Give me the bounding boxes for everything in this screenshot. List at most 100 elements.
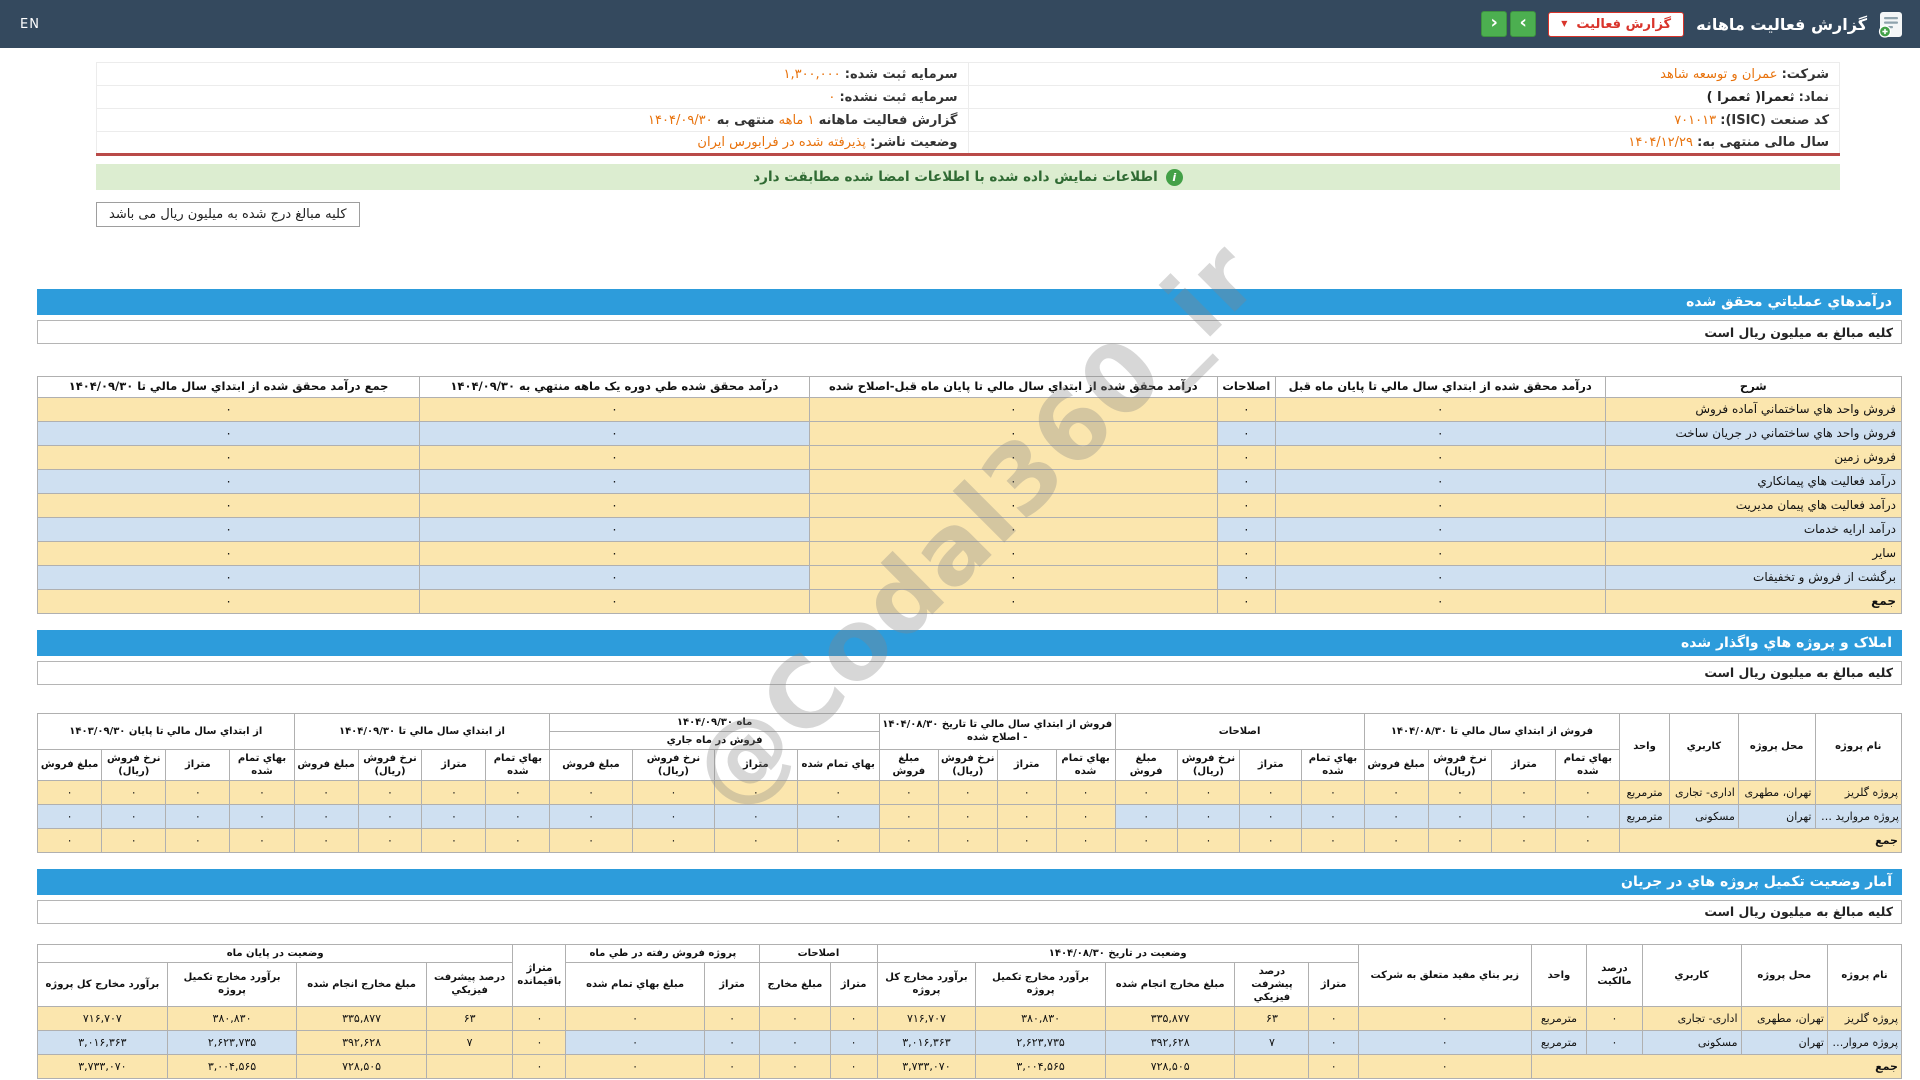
value-cell: ۰ (358, 804, 422, 828)
value-cell: ۰ (997, 828, 1056, 852)
value-cell: ۰ (230, 780, 294, 804)
column-header: نرخ فروش (ريال) (632, 749, 714, 780)
value-cell: ۰ (632, 828, 714, 852)
value-cell: ۰ (809, 589, 1217, 613)
column-header: متراژ (166, 749, 230, 780)
value-cell: ۰ (1492, 828, 1556, 852)
row-label: پروژه مروارید کن (1815, 804, 1902, 828)
column-header: محل پروژه (1741, 944, 1827, 1006)
value-cell: ۰ (879, 828, 938, 852)
page-title: گزارش فعالیت ماهانه (1696, 15, 1867, 34)
field-label: گزارش فعالیت ماهانه (819, 113, 958, 128)
column-header: از ابتداي سال مالي تا ۱۴۰۴/۰۹/۳۰ (294, 713, 550, 749)
column-header: پروژه فروش رفته در طي ماه (566, 944, 760, 962)
value-cell: ۷۱۶,۷۰۷ (877, 1006, 976, 1030)
column-header: مبلغ فروش (1364, 749, 1428, 780)
value-cell: ۰ (550, 828, 632, 852)
value-cell: ۰ (797, 828, 879, 852)
value-cell: ۰ (809, 541, 1217, 565)
value-cell: ۰ (550, 804, 632, 828)
value-cell: ۰ (38, 804, 102, 828)
table-row: ساير۰۰۰۰۰ (38, 541, 1902, 565)
codal-report-logo-icon[interactable] (1876, 9, 1906, 39)
row-label: اداری- تجاری (1669, 780, 1738, 804)
value-cell: ۰ (1309, 1006, 1358, 1030)
language-toggle[interactable]: EN (14, 17, 46, 32)
value-cell (1235, 1054, 1309, 1078)
value-cell: ۰ (632, 804, 714, 828)
value-cell: ۰ (38, 565, 420, 589)
column-header: اصلاحات (1217, 377, 1275, 398)
value-cell: ۰ (997, 804, 1056, 828)
value-cell: ۰ (1056, 828, 1115, 852)
value-cell: ۰ (550, 780, 632, 804)
value-cell: ۰ (809, 421, 1217, 445)
value-cell: ۰ (1275, 541, 1605, 565)
column-header: متراژ (704, 962, 760, 1006)
report-navigation: › ‹ (1481, 11, 1536, 37)
value-cell: ۰ (422, 828, 486, 852)
value-cell: ۰ (1302, 804, 1364, 828)
value-cell: ۰ (513, 1006, 566, 1030)
row-label: برگشت از فروش و تخفيفات (1605, 565, 1901, 589)
field-label: وضعیت ناشر: (870, 135, 957, 150)
value-cell: ۰ (760, 1030, 830, 1054)
value-cell: ۳,۷۳۳,۰۷۰ (877, 1054, 976, 1078)
value-cell: ۲,۶۲۳,۷۳۵ (167, 1030, 297, 1054)
row-label: تهران، مطهری (1738, 780, 1815, 804)
company-field: شرکت: عمران و توسعه شاهد (968, 63, 1840, 86)
value-cell: ۰ (1556, 780, 1620, 804)
period-end-date: ۱۴۰۴/۰۹/۳۰ (648, 113, 713, 128)
table-row: فروش واحد هاي ساختماني آماده فروش۰۰۰۰۰ (38, 397, 1902, 421)
value-cell: ۰ (1217, 493, 1275, 517)
column-header: بهاي تمام شده (1056, 749, 1115, 780)
value-cell: ۳,۰۰۴,۵۶۵ (167, 1054, 297, 1078)
info-row: نماد: ثعمرا( ثعمرا ) سرمایه ثبت نشده: ۰ (97, 86, 1840, 109)
value-cell: ۰ (938, 804, 997, 828)
value-cell: ۰ (1217, 589, 1275, 613)
value-cell: ۰ (1240, 780, 1302, 804)
value-cell: ۷ (1235, 1030, 1309, 1054)
value-cell: ۰ (513, 1054, 566, 1078)
row-label: فروش واحد هاي ساختماني در جريان ساخت (1605, 421, 1901, 445)
section-header: آمار وضعیت تکمیل پروژه هاي در جریان (37, 869, 1902, 895)
value-cell: ۰ (1275, 565, 1605, 589)
value-cell: ۰ (1428, 828, 1492, 852)
report-type-dropdown[interactable]: گزارش فعالیت ▼ (1548, 12, 1684, 37)
value-cell: ۰ (1364, 780, 1428, 804)
value-cell: ۶۳ (1235, 1006, 1309, 1030)
column-header: اصلاحات (1115, 713, 1364, 749)
column-header: برآورد مخارج تکميل پروژه (976, 962, 1106, 1006)
value-cell: ۰ (1428, 804, 1492, 828)
value-cell: ۰ (38, 828, 102, 852)
value-cell: ۰ (1275, 397, 1605, 421)
value-cell: ۰ (420, 445, 810, 469)
prev-report-button[interactable]: ‹ (1481, 11, 1507, 37)
registered-capital-value: ۱,۳۰۰,۰۰۰ (783, 67, 840, 82)
value-cell: ۰ (1056, 780, 1115, 804)
value-cell: ۰ (1275, 589, 1605, 613)
report-type-label: گزارش فعالیت (1576, 17, 1671, 32)
value-cell: ۰ (1217, 421, 1275, 445)
value-cell: ۰ (420, 493, 810, 517)
column-header: برآورد مخارج کل پروژه (877, 962, 976, 1006)
next-report-button[interactable]: › (1510, 11, 1536, 37)
value-cell: ۰ (420, 565, 810, 589)
column-header: مبلغ مخارج (760, 962, 830, 1006)
value-cell: ۰ (1275, 469, 1605, 493)
column-header: مبلغ مخارج انجام شده (297, 962, 427, 1006)
column-header: درصد پيشرفت فيزيکي (426, 962, 512, 1006)
value-cell: ۰ (1428, 780, 1492, 804)
signed-data-banner-text: اطلاعات نمایش داده شده با اطلاعات امضا ش… (753, 169, 1158, 185)
row-label: پروژه گلریز (1815, 780, 1902, 804)
value-cell: ۰ (715, 780, 797, 804)
value-cell: ۷۱۶,۷۰۷ (38, 1006, 168, 1030)
value-cell: ۰ (420, 421, 810, 445)
issuer-status-field: وضعیت ناشر: پذیرفته شده در فرابورس ایران (97, 132, 969, 155)
row-label: درآمد ارايه خدمات (1605, 517, 1901, 541)
value-cell: ۰ (1275, 517, 1605, 541)
value-cell: ۰ (1115, 780, 1177, 804)
value-cell: ۰ (830, 1006, 877, 1030)
value-cell: ۰ (358, 780, 422, 804)
value-cell: ۰ (166, 780, 230, 804)
